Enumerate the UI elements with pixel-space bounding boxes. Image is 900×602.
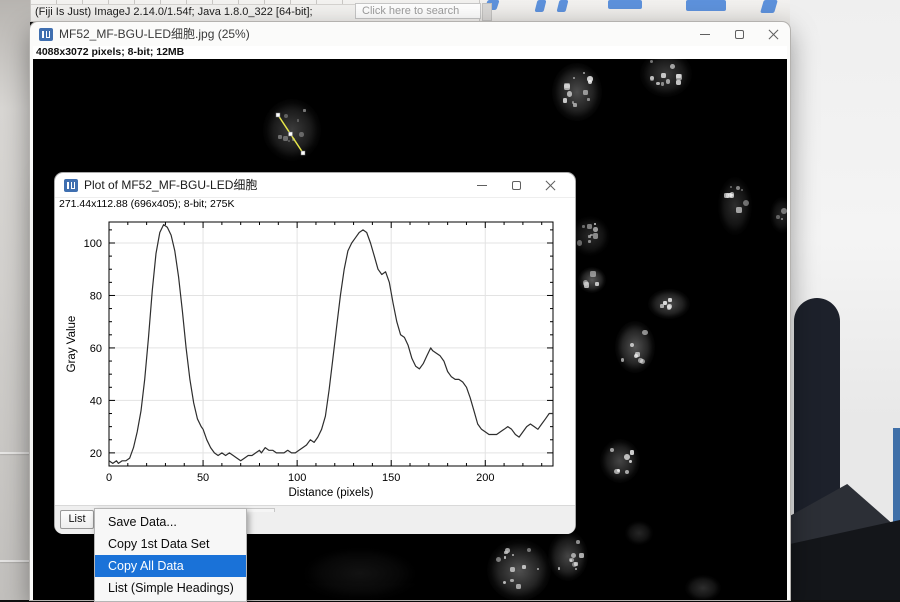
plot-window: Plot of MF52_MF-BGU-LED细胞 271.44x112.88 … [55,173,575,533]
imagej-window-icon [39,28,53,41]
image-info-bar: 4088x3072 pixels; 8-bit; 12MB [33,46,787,59]
minimize-icon [477,185,487,186]
close-icon [545,180,556,191]
wallpaper-letter-fragment [557,0,569,12]
svg-text:100: 100 [84,238,102,250]
wallpaper-seam [0,560,30,562]
svg-text:Distance (pixels): Distance (pixels) [289,487,374,499]
close-icon [768,29,779,40]
wallpaper-seam [0,452,30,454]
fiji-status-text: (Fiji Is Just) ImageJ 2.14.0/1.54f; Java… [35,6,313,18]
maximize-button[interactable] [722,22,756,46]
svg-text:20: 20 [90,448,102,460]
fiji-toolbar-buttons-clipped[interactable] [31,0,361,5]
svg-text:100: 100 [288,472,306,484]
minimize-button[interactable] [465,173,499,197]
profile-plot: 0 50 100 150 200 20 40 60 80 100 Distance (pixels)… [55,211,575,505]
wallpaper-letter-fragment [608,0,642,9]
plot-area: 0 50 100 150 200 20 40 60 80 100 Distance (pixels)… [55,211,575,505]
search-box-edge [482,3,492,21]
wallpaper-letter-fragment [686,0,726,11]
image-window-titlebar[interactable]: MF52_MF-BGU-LED细胞.jpg (25%) [30,22,790,46]
maximize-icon [735,30,744,39]
maximize-button[interactable] [499,173,533,197]
image-window-title: MF52_MF-BGU-LED细胞.jpg (25%) [59,22,250,46]
menu-item-copy-1st-data-set[interactable]: Copy 1st Data Set [95,533,246,555]
plot-window-title: Plot of MF52_MF-BGU-LED细胞 [84,173,257,197]
minimize-button[interactable] [688,22,722,46]
wallpaper-letter-fragment [535,0,547,12]
menu-item-copy-all-data[interactable]: Copy All Data [95,555,246,577]
close-button[interactable] [533,173,567,197]
svg-text:Gray Value: Gray Value [66,316,78,373]
svg-text:60: 60 [90,343,102,355]
menu-item-list-simple-headings[interactable]: List (Simple Headings) [95,577,246,599]
fiji-main-window: (Fiji Is Just) ImageJ 2.14.0/1.54f; Java… [30,0,480,22]
plot-window-controls [465,173,567,197]
desktop-left-strip [0,0,30,600]
svg-text:150: 150 [382,472,400,484]
svg-text:50: 50 [197,472,209,484]
list-button[interactable]: List [60,510,94,529]
image-window-controls [688,22,790,46]
svg-text:40: 40 [90,395,102,407]
menu-item-save-data[interactable]: Save Data... [95,511,246,533]
imagej-window-icon [64,179,78,192]
minimize-icon [700,34,710,35]
maximize-icon [512,181,521,190]
svg-text:200: 200 [476,472,494,484]
close-button[interactable] [756,22,790,46]
search-input[interactable]: Click here to search [355,3,481,19]
desktop-right-area [790,0,900,600]
wallpaper-letter-fragment [760,0,778,13]
plot-info-bar: 271.44x112.88 (696x405); 8-bit; 275K [55,197,575,212]
plot-list-context-menu: Save Data...Copy 1st Data SetCopy All Da… [94,508,247,602]
wallpaper-blue-sliver [893,428,900,532]
svg-text:0: 0 [106,472,112,484]
svg-text:80: 80 [90,290,102,302]
